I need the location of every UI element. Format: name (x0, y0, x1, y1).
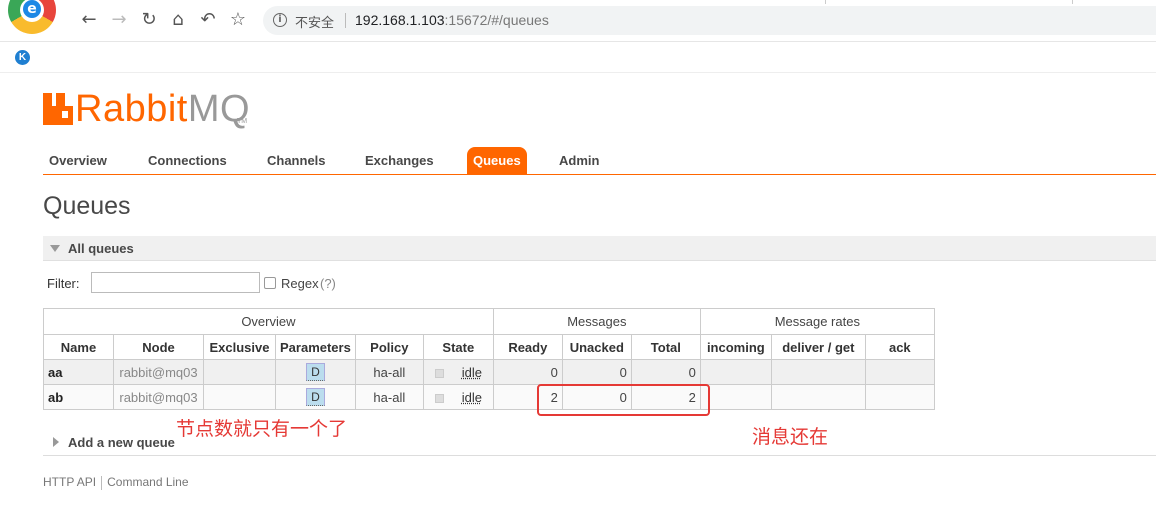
column-header-name[interactable]: Name (43, 334, 114, 360)
ready-cell: 0 (492, 359, 563, 385)
back-button[interactable]: ← (78, 9, 100, 31)
highlight-box (537, 384, 710, 416)
column-header-ready[interactable]: Ready (492, 334, 563, 360)
regex-help-link[interactable]: (?) (320, 276, 336, 291)
exclusive-cell (203, 359, 276, 385)
section-label: All queues (68, 241, 134, 256)
column-header-unacked[interactable]: Unacked (561, 334, 632, 360)
page-title: Queues (43, 192, 131, 220)
deliver-get-cell (770, 384, 866, 410)
column-header-state[interactable]: State (422, 334, 494, 360)
incoming-cell (699, 359, 772, 385)
column-header-node[interactable]: Node (113, 334, 204, 360)
add-queue-label: Add a new queue (68, 435, 175, 450)
node-cell: rabbit@mq03 (113, 384, 204, 410)
column-header-parameters[interactable]: Parameters (275, 334, 356, 360)
home-button[interactable]: ⌂ (167, 9, 189, 31)
column-header-incoming[interactable]: incoming (699, 334, 772, 360)
undo-close-tab-button[interactable]: ↶ (197, 9, 219, 31)
queue-name-link[interactable]: ab (43, 384, 114, 410)
filter-input[interactable] (91, 272, 260, 293)
table-row: aa rabbit@mq03 D ha-all idle 0 0 0 (43, 359, 935, 385)
url-text[interactable]: 192.168.1.103:15672/#/queues (355, 12, 549, 28)
total-cell: 0 (630, 359, 701, 385)
queue-name-link[interactable]: aa (43, 359, 114, 385)
deliver-get-cell (770, 359, 866, 385)
address-bar[interactable]: i 不安全 192.168.1.103:15672/#/queues (263, 6, 1156, 35)
tab-connections[interactable]: Connections (142, 147, 233, 174)
footer: HTTP API Command Line (43, 475, 189, 490)
bookmarks-bar: K (0, 43, 1156, 73)
column-header-ack[interactable]: ack (864, 334, 935, 360)
ack-cell (864, 384, 935, 410)
forward-button[interactable]: → (108, 9, 130, 31)
collapse-triangle-icon (50, 245, 60, 252)
parameters-cell: D (275, 384, 356, 410)
table-row: ab rabbit@mq03 D ha-all idle 2 0 2 (43, 384, 935, 410)
browser-toolbar: e ← → ↻ ⌂ ↶ ☆ i 不安全 192.168.1.103:15672/… (0, 0, 1156, 42)
state-cell: idle (422, 384, 494, 410)
exclusive-cell (203, 384, 276, 410)
expand-triangle-icon (53, 437, 59, 447)
parameters-cell: D (275, 359, 356, 385)
info-icon[interactable]: i (273, 13, 287, 27)
security-label[interactable]: 不安全 (295, 12, 334, 31)
group-header-overview: Overview (43, 308, 494, 335)
column-header-deliver-get[interactable]: deliver / get (770, 334, 866, 360)
column-header-exclusive[interactable]: Exclusive (203, 334, 276, 360)
all-queues-section-toggle[interactable]: All queues (43, 236, 1156, 261)
browser-logo-icon: e (8, 0, 56, 34)
queues-table: Overview Messages Message rates Name Nod… (43, 308, 935, 410)
incoming-cell (699, 384, 772, 410)
tab-admin[interactable]: Admin (553, 147, 605, 174)
annotation-messages-note: 消息还在 (752, 426, 829, 448)
filter-label: Filter: (47, 276, 80, 291)
durable-badge: D (306, 388, 325, 406)
column-header-total[interactable]: Total (630, 334, 701, 360)
footer-link-command-line[interactable]: Command Line (107, 475, 188, 489)
bookmark-icon[interactable]: K (15, 50, 30, 65)
tab-exchanges[interactable]: Exchanges (359, 147, 440, 174)
regex-checkbox[interactable] (264, 277, 276, 289)
rabbitmq-mark-icon (43, 93, 73, 125)
tab-overview[interactable]: Overview (43, 147, 113, 174)
node-cell: rabbit@mq03 (113, 359, 204, 385)
main-nav-tabs: Overview Connections Channels Exchanges … (43, 147, 1156, 175)
state-indicator-icon (434, 368, 444, 378)
tab-queues[interactable]: Queues (467, 147, 527, 174)
footer-link-http-api[interactable]: HTTP API (43, 475, 96, 489)
bookmark-star-button[interactable]: ☆ (227, 9, 249, 31)
tab-channels[interactable]: Channels (261, 147, 332, 174)
state-cell: idle (422, 359, 494, 385)
policy-cell: ha-all (354, 384, 424, 410)
column-header-policy[interactable]: Policy (354, 334, 424, 360)
group-header-messages: Messages (492, 308, 701, 335)
reload-button[interactable]: ↻ (138, 9, 160, 31)
annotation-nodes-note: 节点数就只有一个了 (176, 418, 348, 440)
ack-cell (864, 359, 935, 385)
durable-badge: D (306, 363, 325, 381)
group-header-message-rates: Message rates (699, 308, 935, 335)
policy-cell: ha-all (354, 359, 424, 385)
unacked-cell: 0 (561, 359, 632, 385)
state-indicator-icon (434, 393, 444, 403)
regex-label[interactable]: Regex (281, 276, 319, 291)
